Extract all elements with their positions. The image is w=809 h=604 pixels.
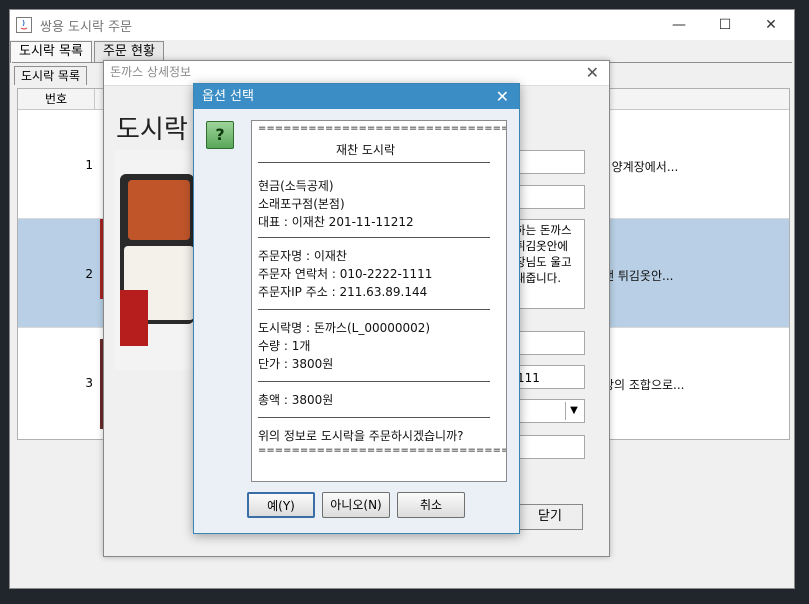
detail-heading: 도시락 — [116, 115, 188, 145]
lunchbox-photo — [114, 150, 194, 370]
receipt-line: 대표 : 이재찬 201-11-11212 — [258, 215, 414, 229]
receipt-line: 도시락명 : 돈까스(L_00000002) — [258, 321, 431, 335]
maximize-button[interactable]: ☐ — [702, 10, 748, 40]
description-textarea[interactable]: 하는 돈까스 튀김옷안에 장님도 울고 내줍니다. — [512, 219, 585, 309]
header-number[interactable]: 번호 — [18, 89, 95, 109]
receipt-divider — [258, 162, 490, 163]
close-button[interactable]: ✕ — [748, 10, 794, 40]
question-icon: ? — [206, 121, 234, 149]
option-dialog-title-text: 옵션 선택 — [202, 89, 254, 104]
receipt-divider — [258, 237, 490, 238]
tab-bar: 도시락 목록 주문 현황 — [10, 41, 166, 63]
description-text: 하는 돈까스 튀김옷안에 장님도 울고 내줍니다. — [515, 223, 572, 285]
row-number: 2 — [85, 267, 93, 281]
receipt-total: 총액 : 3800원 — [258, 393, 334, 407]
cancel-button[interactable]: 취소 — [397, 492, 465, 518]
panel-title: 도시락 목록 — [14, 66, 88, 85]
option-dialog-title: 옵션 선택 ✕ — [194, 84, 519, 109]
receipt-separator: ================================== — [258, 123, 506, 134]
yes-button[interactable]: 예(Y) — [247, 492, 315, 518]
title-bar: 쌍용 도시락 주문 — ☐ ✕ — [10, 10, 794, 40]
receipt-question: 위의 정보로 도시락을 주문하시겠습니까? — [258, 429, 464, 443]
tab-lunchbox-list[interactable]: 도시락 목록 — [10, 41, 92, 63]
receipt-line: 주문자명 : 이재찬 — [258, 249, 347, 263]
receipt-line: 단가 : 3800원 — [258, 357, 334, 371]
detail-field[interactable] — [512, 435, 585, 459]
receipt-line: 소래포구점(본점) — [258, 197, 345, 211]
chevron-down-icon[interactable]: ▼ — [565, 402, 582, 420]
row-number: 3 — [85, 376, 93, 390]
receipt-divider — [258, 381, 490, 382]
receipt-line: 주문자 연락처 : 010-2222-1111 — [258, 267, 433, 281]
receipt-line: 현금(소득공제) — [258, 179, 334, 193]
header-description[interactable]: 명 — [586, 89, 789, 109]
row-description: 상의 조합으로... — [603, 378, 685, 392]
receipt-line: 수량 : 1개 — [258, 339, 311, 353]
detail-field[interactable] — [512, 185, 585, 209]
tab-order-status[interactable]: 주문 현황 — [93, 41, 164, 62]
option-combobox[interactable]: ▼ — [512, 399, 585, 423]
no-button[interactable]: 아니오(N) — [322, 492, 390, 518]
row-description: ! 양계장에서... — [603, 160, 679, 174]
receipt-shop-name: 재찬 도시락 — [336, 143, 396, 157]
detail-field[interactable] — [512, 150, 585, 174]
java-app-icon — [16, 17, 32, 33]
close-icon[interactable]: ✕ — [586, 63, 599, 82]
receipt-divider — [258, 417, 490, 418]
receipt-separator: ================================== — [258, 445, 506, 456]
row-description: 낸 튀김옷안... — [603, 269, 674, 283]
receipt-line: 주문자IP 주소 : 211.63.89.144 — [258, 285, 428, 299]
detail-field-value[interactable]: 111 — [512, 365, 585, 389]
close-detail-button[interactable]: 닫기 — [517, 504, 583, 530]
window-title: 쌍용 도시락 주문 — [40, 19, 132, 35]
close-icon[interactable]: ✕ — [496, 84, 509, 109]
detail-field[interactable] — [512, 331, 585, 355]
receipt-textarea[interactable]: ================================== 재찬 도시… — [251, 120, 507, 482]
minimize-button[interactable]: — — [656, 10, 702, 40]
option-dialog: 옵션 선택 ✕ ? ==============================… — [193, 83, 520, 534]
row-number: 1 — [85, 158, 93, 172]
receipt-divider — [258, 309, 490, 310]
